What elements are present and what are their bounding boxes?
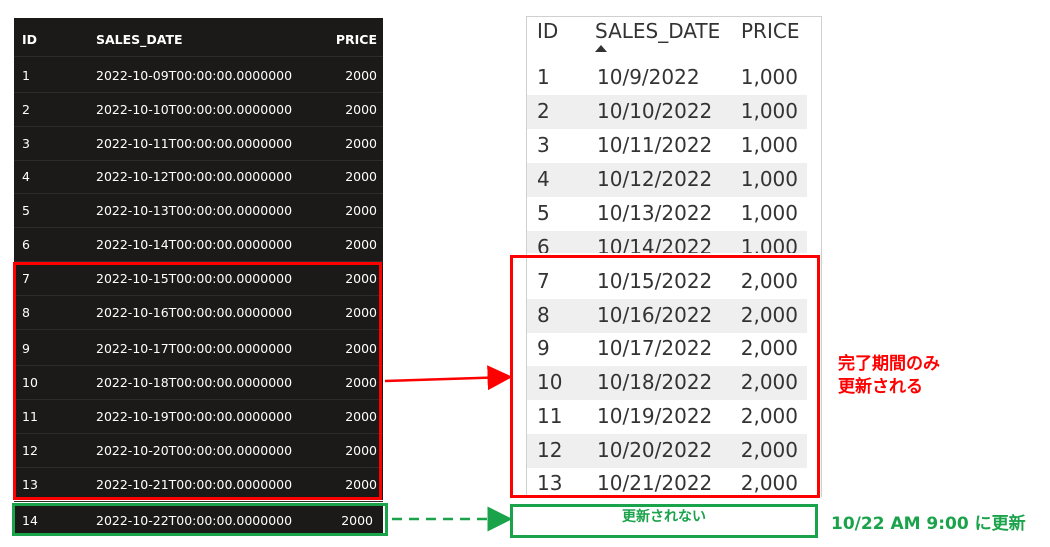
cell-id: 3: [537, 133, 550, 157]
cell-id: 1: [537, 65, 550, 89]
cell-id: 1: [22, 67, 30, 83]
cell-price: 2000: [345, 202, 377, 218]
source-table-row: 6 2022-10-14T00:00:00.0000000 2000: [14, 227, 383, 262]
red-note-line-1: 完了期間のみ: [838, 354, 940, 374]
report-table-row: 4 10/12/2022 1,000: [527, 163, 807, 197]
cell-id: 6: [537, 235, 550, 253]
cell-id: 4: [22, 168, 30, 184]
report-table-row: 1 10/9/2022 1,000: [527, 61, 807, 95]
cell-sales-date: 10/9/2022: [597, 65, 700, 89]
report-table-row: 6 10/14/2022 1,000: [527, 231, 807, 253]
source-table-row: 2 2022-10-10T00:00:00.0000000 2000: [14, 92, 383, 127]
cell-id: 3: [22, 135, 30, 151]
header-id: ID: [22, 31, 38, 47]
header-price[interactable]: PRICE: [741, 19, 799, 43]
cell-id: 6: [22, 236, 30, 252]
pending-row-highlight-source: [12, 503, 388, 536]
cell-price: 2000: [345, 67, 377, 83]
cell-price: 1,000: [740, 133, 798, 157]
header-sales-date: SALES_DATE: [96, 31, 183, 47]
cell-sales-date: 10/12/2022: [597, 167, 713, 191]
source-table-row: 4 2022-10-12T00:00:00.0000000 2000: [14, 159, 383, 194]
cell-price: 1,000: [740, 65, 798, 89]
cell-price: 1,000: [740, 167, 798, 191]
cell-sales-date: 10/13/2022: [597, 201, 713, 225]
cell-sales-date: 2022-10-13T00:00:00.0000000: [96, 202, 293, 218]
cell-sales-date: 2022-10-14T00:00:00.0000000: [96, 236, 293, 252]
source-table-row: 3 2022-10-11T00:00:00.0000000 2000: [14, 126, 383, 161]
cell-price: 2000: [345, 236, 377, 252]
source-table-header: ID SALES_DATE PRICE: [14, 22, 383, 57]
header-id[interactable]: ID: [537, 19, 558, 43]
cell-sales-date: 10/11/2022: [597, 133, 713, 157]
report-table-row: 5 10/13/2022 1,000: [527, 197, 807, 231]
completed-period-note: 完了期間のみ 更新される: [838, 353, 940, 399]
cell-id: 4: [537, 167, 550, 191]
not-updated-label: 更新されない: [622, 509, 706, 525]
red-arrow: [384, 365, 513, 391]
report-table-row: 3 10/11/2022 1,000: [527, 129, 807, 163]
cell-id: 5: [22, 202, 30, 218]
source-table-row: 1 2022-10-09T00:00:00.0000000 2000: [14, 58, 383, 93]
cell-price: 2000: [345, 101, 377, 117]
cell-price: 1,000: [740, 99, 798, 123]
cell-price: 2000: [345, 135, 377, 151]
cell-price: 1,000: [740, 201, 798, 225]
updated-rows-highlight-report: [510, 255, 820, 498]
source-table-row: 5 2022-10-13T00:00:00.0000000 2000: [14, 193, 383, 228]
cell-sales-date: 2022-10-09T00:00:00.0000000: [96, 67, 293, 83]
cell-sales-date: 2022-10-12T00:00:00.0000000: [96, 168, 293, 184]
pending-row-highlight-report: 更新されない: [510, 504, 818, 538]
header-sales-date[interactable]: SALES_DATE: [595, 19, 720, 43]
cell-price: 1,000: [740, 235, 798, 253]
header-price: PRICE: [335, 31, 377, 47]
cell-sales-date: 10/10/2022: [597, 99, 713, 123]
red-note-line-2: 更新される: [838, 377, 923, 397]
cell-sales-date: 2022-10-11T00:00:00.0000000: [96, 135, 293, 151]
updated-rows-highlight-source: [13, 262, 382, 500]
cell-id: 2: [537, 99, 550, 123]
report-table-header: ID SALES_DATE PRICE: [527, 17, 821, 61]
cell-sales-date: 2022-10-10T00:00:00.0000000: [96, 101, 293, 117]
cell-price: 2000: [345, 168, 377, 184]
sort-ascending-icon[interactable]: [595, 45, 607, 52]
cell-sales-date: 10/14/2022: [597, 235, 713, 253]
scheduled-refresh-note: 10/22 AM 9:00 に更新: [831, 514, 1026, 534]
cell-id: 5: [537, 201, 550, 225]
cell-id: 2: [22, 101, 30, 117]
report-table-row: 2 10/10/2022 1,000: [527, 95, 807, 129]
